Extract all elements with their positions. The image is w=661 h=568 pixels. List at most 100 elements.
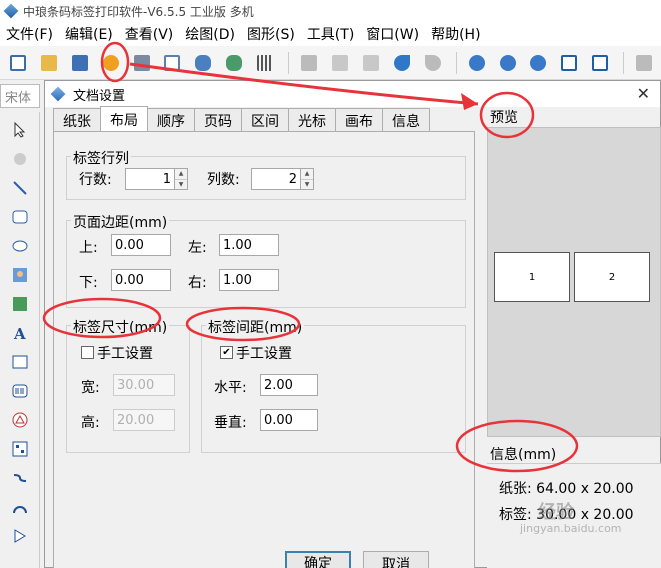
label-size-legend: 标签尺寸(mm) [71,317,170,337]
redo-button[interactable] [419,49,447,77]
margin-top-input[interactable]: 0.00 [111,234,171,256]
zoom-in-button[interactable] [463,49,491,77]
tab-canvas[interactable]: 画布 [335,108,383,132]
rows-input[interactable]: 1 [125,168,175,190]
label-gap-legend: 标签间距(mm) [206,317,305,337]
fit-page-icon [561,54,578,71]
cols-stepper[interactable]: ▲ ▼ [300,168,314,190]
rows-label: 行数: [79,172,112,188]
zoom-out-button[interactable] [494,49,522,77]
tool-palette: A [0,112,40,568]
grid-button[interactable] [251,49,279,77]
tab-order[interactable]: 顺序 [147,108,195,132]
printer-icon [133,54,150,71]
tab-info[interactable]: 信息 [382,108,430,132]
close-icon[interactable]: ✕ [637,84,650,103]
database-icon [195,54,212,71]
gap-horizontal-input[interactable]: 2.00 [260,374,318,396]
window-icon [9,54,26,71]
rows-stepper[interactable]: ▲ ▼ [174,168,188,190]
gap-vertical-input[interactable]: 0.00 [260,409,318,431]
tab-range[interactable]: 区间 [241,108,289,132]
preview-label-cell: 2 [574,252,650,302]
document-settings-button[interactable] [97,49,125,77]
qrcode-icon [12,441,28,457]
triangle-icon [12,412,28,428]
dialog-title: 文档设置 [73,88,126,104]
label-size-manual-checkbox[interactable] [81,346,94,359]
font-selector[interactable]: 宋体 [0,84,40,108]
label-gap-manual-checkbox[interactable]: ✔ [220,346,233,359]
print-preview-icon [164,54,181,71]
menu-bar: 文件(F) 编辑(E) 查看(V) 绘图(D) 图形(S) 工具(T) 窗口(W… [0,22,661,46]
fit-width-button[interactable] [586,49,614,77]
arc-tool-button[interactable] [9,496,31,518]
margin-bottom-input[interactable]: 0.00 [111,269,171,291]
ok-button[interactable]: 确定 [285,551,351,568]
rectangle-tool-button[interactable] [9,206,31,228]
menu-tools[interactable]: 工具(T) [301,24,360,44]
menu-window[interactable]: 窗口(W) [360,24,425,44]
polygon-icon [14,529,26,543]
margin-left-input[interactable]: 1.00 [219,234,279,256]
redo-icon [424,54,441,71]
menu-edit[interactable]: 编辑(E) [59,24,119,44]
open-button[interactable] [35,49,63,77]
print-button[interactable] [128,49,156,77]
copy-button[interactable] [326,49,354,77]
zoom-out-icon [499,54,516,71]
polygon-tool-button[interactable] [9,525,31,547]
align-button[interactable] [630,49,658,77]
database-settings-button[interactable] [220,49,248,77]
page-margins-legend: 页面边距(mm) [71,212,170,232]
cut-icon [301,54,318,71]
zoom-button[interactable] [525,49,553,77]
menu-shape[interactable]: 图形(S) [241,24,301,44]
paste-button[interactable] [357,49,385,77]
line-tool-button[interactable] [9,177,31,199]
margin-right-input[interactable]: 1.00 [219,269,279,291]
ellipse-tool-button[interactable] [9,235,31,257]
info-area: 纸张: 64.00 x 20.00 标签: 30.00 x 20.00 [487,463,661,568]
pdf417-tool-button[interactable] [9,409,31,431]
text-icon: A [13,325,26,341]
tab-page-number[interactable]: 页码 [194,108,242,132]
cols-input[interactable]: 2 [251,168,301,190]
tab-cursor[interactable]: 光标 [288,108,336,132]
fit-page-button[interactable] [555,49,583,77]
barcode-tool-button[interactable] [9,380,31,402]
qrcode-tool-button[interactable] [9,438,31,460]
undo-button[interactable] [388,49,416,77]
database-button[interactable] [189,49,217,77]
curve-tool-button[interactable] [9,467,31,489]
margin-bottom-label: 下: [79,275,98,291]
menu-view[interactable]: 查看(V) [119,24,180,44]
label-height-input[interactable]: 20.00 [113,409,175,431]
chevron-up-icon: ▲ [178,170,184,177]
save-button[interactable] [66,49,94,77]
rows-cols-legend: 标签行列 [71,148,131,168]
align-icon [636,54,653,71]
zoom-in-icon [468,54,485,71]
select-tool-button[interactable] [9,119,31,141]
menu-help[interactable]: 帮助(H) [425,24,486,44]
picture-tool-button[interactable] [9,293,31,315]
label-gap-manual-label: 手工设置 [236,346,292,362]
tab-paper[interactable]: 纸张 [53,108,101,132]
rotate-tool-button[interactable] [9,148,31,170]
rich-text-tool-button[interactable] [9,351,31,373]
cut-button[interactable] [295,49,323,77]
label-width-input[interactable]: 30.00 [113,374,175,396]
chevron-down-icon: ▼ [301,179,313,190]
new-doc-button[interactable] [4,49,32,77]
rich-text-icon [12,355,28,369]
info-title: 信息(mm) [490,447,557,463]
preview-label: 预览 [490,110,518,126]
menu-draw[interactable]: 绘图(D) [179,24,241,44]
print-preview-button[interactable] [159,49,187,77]
text-tool-button[interactable]: A [9,322,31,344]
tab-layout[interactable]: 布局 [100,106,148,132]
cancel-button[interactable]: 取消 [363,551,429,568]
image-tool-button[interactable] [9,264,31,286]
menu-file[interactable]: 文件(F) [0,24,59,44]
